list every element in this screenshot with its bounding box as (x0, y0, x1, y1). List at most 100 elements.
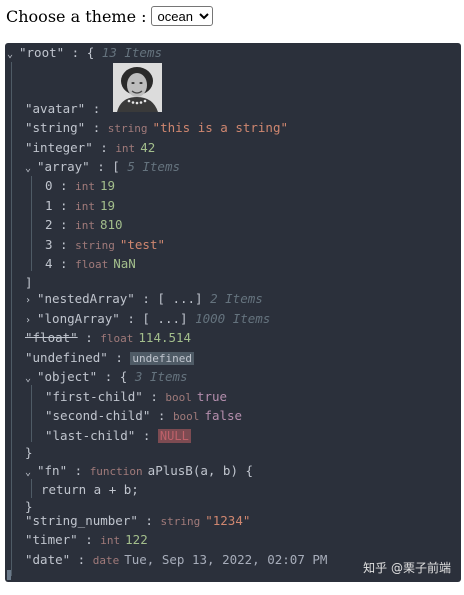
longArray-key: "longArray" (37, 311, 120, 326)
object-child: "last-child" : NULL (45, 428, 191, 443)
type-label: date (92, 554, 120, 567)
type-label: string (75, 239, 115, 252)
undefined-badge: undefined (130, 352, 194, 365)
float-key: "float" (25, 330, 78, 345)
array-item: 0 : int 19 (45, 178, 116, 193)
array-item: 1 : int 19 (45, 198, 116, 213)
array-item: 2 : int 810 (45, 217, 123, 232)
root-indent-guide (11, 62, 12, 576)
resize-grip[interactable] (7, 570, 11, 580)
chevron-down-icon[interactable]: ⌄ (25, 369, 37, 388)
avatar-row: "avatar" : (25, 101, 101, 116)
date-value: Tue, Sep 13, 2022, 02:07 PM (124, 552, 328, 567)
array-value: 810 (99, 217, 123, 232)
chevron-down-icon[interactable]: ⌄ (25, 159, 37, 178)
array-indent-guide (31, 176, 32, 271)
string-value: "this is a string" (152, 120, 289, 135)
integer-key: "integer" (25, 140, 93, 155)
nestedArray-item-count: 2 Items (210, 291, 263, 306)
type-label: bool (165, 391, 192, 404)
type-label: string (107, 122, 148, 135)
array-value: 19 (99, 198, 116, 213)
array-value: "test" (119, 237, 166, 252)
string_number-key: "string_number" (25, 513, 138, 528)
longArray-item-count: 1000 Items (195, 311, 271, 326)
integer-value: 42 (140, 140, 156, 155)
fn-key: "fn" (37, 463, 68, 478)
object-row[interactable]: ⌄ "object" : { 3 Items (25, 367, 188, 386)
theme-select[interactable]: ocean (150, 6, 213, 26)
undefined-key: "undefined" (25, 350, 108, 365)
child-key: "second-child" (45, 408, 151, 423)
array-value: NaN (113, 256, 136, 271)
type-label: int (115, 142, 136, 155)
child-key: "last-child" (45, 428, 136, 443)
array-index: 1 (45, 198, 53, 213)
undefined-row: "undefined" : undefined (25, 350, 194, 365)
object-child: "first-child" : bool true (45, 389, 228, 404)
array-index: 0 (45, 178, 53, 193)
type-label: bool (172, 410, 200, 423)
array-key: "array" (37, 159, 90, 174)
array-item: 3 : string "test" (45, 237, 166, 252)
object-open-brace: { (119, 369, 128, 384)
fn-row[interactable]: ⌄ "fn" : function aPlusB(a, b) { (25, 461, 253, 480)
date-row: "date" : date Tue, Sep 13, 2022, 02:07 PM (25, 552, 328, 567)
string-row: "string" : string "this is a string" (25, 120, 289, 135)
integer-row: "integer" : int 42 (25, 140, 156, 155)
type-label: int (100, 534, 121, 547)
type-label: int (75, 219, 95, 232)
json-viewer: ⌄ "root" : { 13 Items "avatar" : "string"… (5, 43, 461, 582)
root-key: "root" (19, 45, 65, 60)
float-row: "float" : float 114.514 (25, 330, 192, 345)
fn-body: return a + b; (41, 482, 139, 497)
type-label: string (160, 515, 201, 528)
bool-value: true (196, 389, 228, 404)
string_number-row: "string_number" : string "1234" (25, 513, 251, 528)
timer-row: "timer" : int 122 (25, 532, 148, 547)
object-item-count: 3 Items (134, 369, 188, 384)
longArray-row[interactable]: › "longArray" : [ ...] 1000 Items (25, 309, 270, 328)
child-key: "first-child" (45, 389, 143, 404)
avatar-key: "avatar" (25, 101, 86, 116)
root-open-brace: { (86, 45, 95, 60)
array-row[interactable]: ⌄ "array" : [ 5 Items (25, 157, 180, 176)
bool-value: false (204, 408, 243, 423)
collapsed-placeholder[interactable]: [ ...] (157, 291, 202, 306)
avatar-image (113, 63, 162, 112)
type-label: int (75, 180, 95, 193)
root-item-count: 13 Items (101, 45, 163, 60)
array-index: 4 (45, 256, 53, 271)
timer-key: "timer" (25, 532, 78, 547)
array-open-bracket: [ (112, 159, 120, 174)
chevron-down-icon[interactable]: ⌄ (25, 463, 37, 482)
watermark: 知乎 @栗子前端 (363, 561, 451, 575)
string_number-value: "1234" (205, 513, 251, 528)
timer-value: 122 (125, 532, 148, 547)
array-item: 4 : float NaN (45, 256, 136, 271)
object-close-brace: } (25, 445, 33, 460)
fn-signature: aPlusB(a, b) { (147, 463, 254, 478)
object-key: "object" (37, 369, 98, 384)
theme-label: Choose a theme : (6, 6, 147, 26)
type-label: function (89, 465, 143, 478)
chevron-down-icon[interactable]: ⌄ (7, 45, 19, 64)
null-badge: NULL (157, 429, 191, 443)
chevron-right-icon[interactable]: › (25, 291, 37, 310)
type-label: int (75, 200, 95, 213)
type-label: float (75, 258, 109, 271)
array-index: 3 (45, 237, 53, 252)
object-indent-guide (31, 385, 32, 442)
date-key: "date" (25, 552, 71, 567)
root-row[interactable]: ⌄ "root" : { 13 Items (7, 43, 162, 62)
float-value: 114.514 (138, 330, 192, 345)
array-item-count: 5 Items (127, 159, 181, 174)
collapsed-placeholder[interactable]: [ ...] (142, 311, 187, 326)
array-value: 19 (99, 178, 116, 193)
nestedArray-row[interactable]: › "nestedArray" : [ ...] 2 Items (25, 289, 263, 308)
array-index: 2 (45, 217, 53, 232)
type-label: float (100, 332, 134, 345)
string-key: "string" (25, 120, 86, 135)
object-child: "second-child" : bool false (45, 408, 243, 423)
theme-chooser: Choose a theme : ocean (6, 5, 213, 27)
